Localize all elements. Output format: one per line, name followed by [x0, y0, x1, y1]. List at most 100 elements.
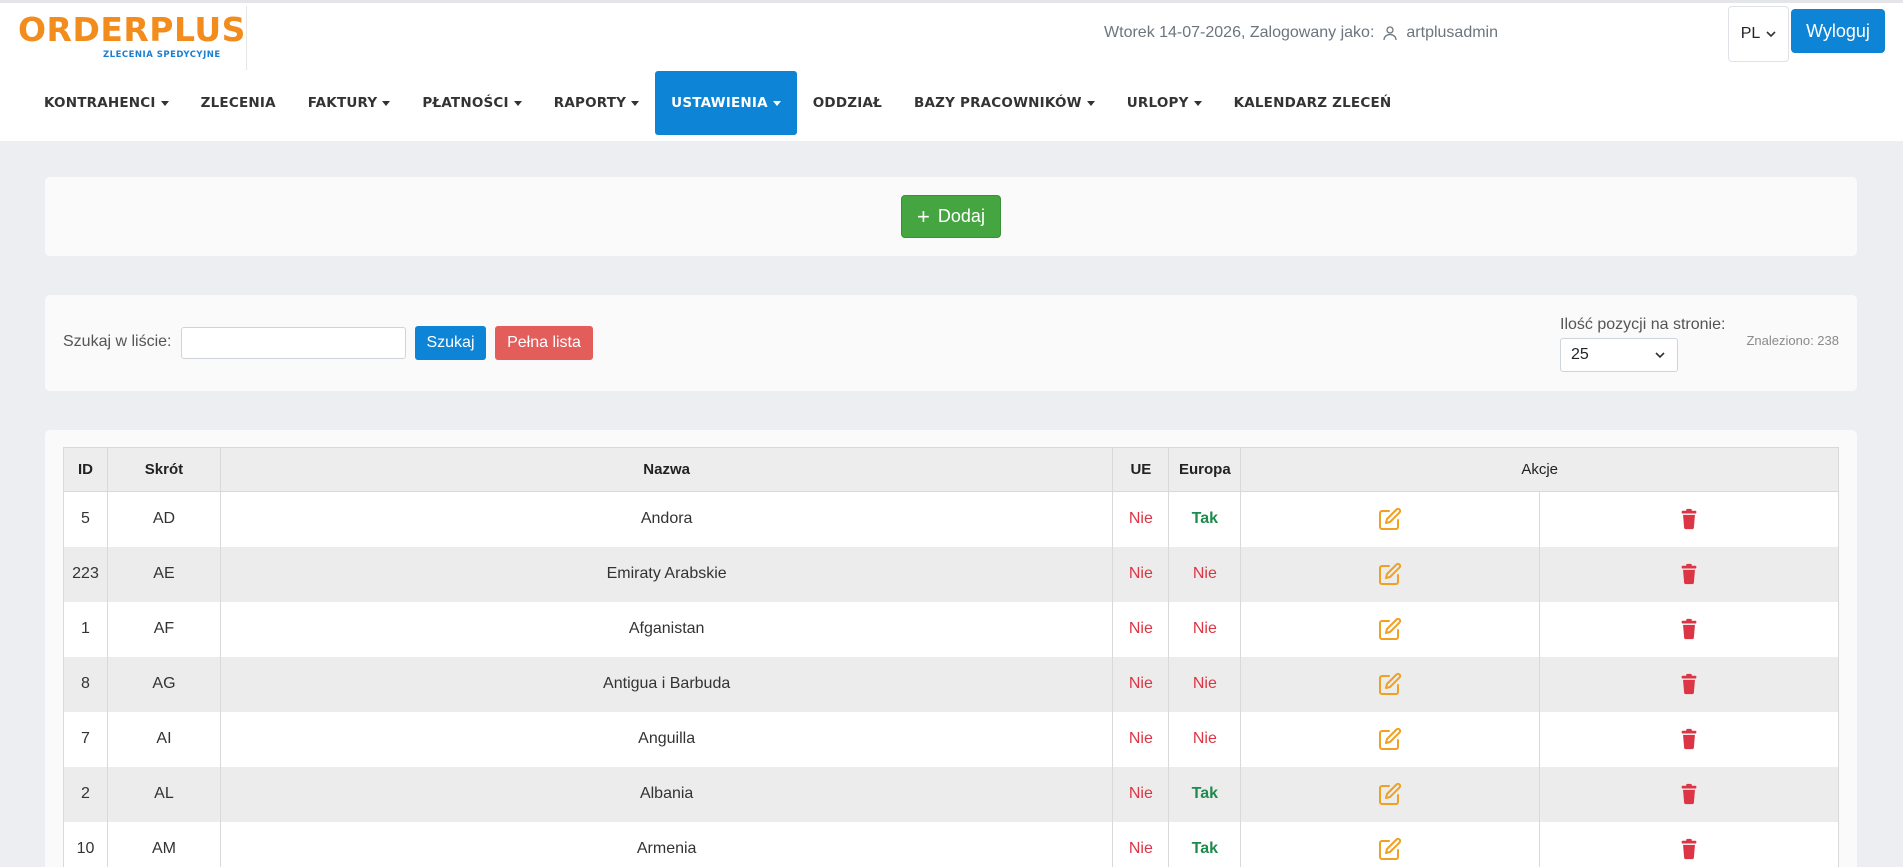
cell-name: Antigua i Barbuda	[219, 656, 1114, 712]
add-button-label: Dodaj	[937, 206, 985, 226]
perpage-value: 25	[1571, 346, 1589, 363]
cell-edit	[1240, 491, 1541, 547]
edit-icon[interactable]	[1378, 727, 1402, 751]
cell-eu: Nie	[1112, 601, 1170, 657]
table-row: 1 AF Afganistan Nie Nie	[63, 601, 1839, 657]
add-button[interactable]: + Dodaj	[901, 195, 1001, 238]
cell-delete	[1539, 821, 1839, 867]
cell-edit	[1240, 766, 1541, 822]
cell-delete	[1539, 711, 1839, 767]
cell-delete	[1539, 656, 1839, 712]
trash-icon[interactable]	[1677, 562, 1701, 586]
edit-icon[interactable]	[1378, 562, 1402, 586]
edit-icon[interactable]	[1378, 507, 1402, 531]
cell-eu: Nie	[1112, 546, 1170, 602]
logo-text: ORDERPLUS	[18, 10, 246, 49]
nav-item-8[interactable]: URLOPY	[1111, 71, 1218, 135]
countries-table: ID Skrót Nazwa UE Europa Akcje 5 AD Andora…	[63, 447, 1839, 867]
cell-eu: Nie	[1112, 766, 1170, 822]
caret-down-icon	[513, 100, 522, 106]
header-name[interactable]: Nazwa	[219, 447, 1114, 492]
full-list-button[interactable]: Pełna lista	[495, 326, 593, 360]
cell-eu: Nie	[1112, 821, 1170, 867]
cell-short: AE	[106, 546, 221, 602]
cell-edit	[1240, 546, 1541, 602]
search-label: Szukaj w liście:	[63, 333, 172, 350]
table-header-row: ID Skrót Nazwa UE Europa Akcje	[63, 447, 1839, 492]
nav-item-label: ZLECENIA	[200, 95, 276, 111]
logout-button[interactable]: Wyloguj	[1791, 9, 1885, 53]
trash-icon[interactable]	[1677, 507, 1701, 531]
nav-item-label: ODDZIAŁ	[812, 95, 882, 111]
cell-id: 2	[63, 766, 108, 822]
language-select[interactable]: PL	[1728, 6, 1789, 62]
header: ORDERPLUS ZLECENIA SPEDYCYJNE Wtorek 14-…	[0, 0, 1903, 141]
table-row: 223 AE Emiraty Arabskie Nie Nie	[63, 546, 1839, 602]
logo[interactable]: ORDERPLUS ZLECENIA SPEDYCYJNE	[0, 6, 247, 70]
perpage-label: Ilość pozycji na stronie:	[1560, 316, 1726, 333]
nav-item-1[interactable]: ZLECENIA	[185, 71, 292, 135]
table-row: 8 AG Antigua i Barbuda Nie Nie	[63, 656, 1839, 712]
table-row: 10 AM Armenia Nie Tak	[63, 821, 1839, 867]
nav-item-9[interactable]: KALENDARZ ZLECEŃ	[1218, 71, 1408, 135]
trash-icon[interactable]	[1677, 837, 1701, 861]
edit-icon[interactable]	[1378, 782, 1402, 806]
search-button[interactable]: Szukaj	[415, 326, 486, 360]
table-row: 2 AL Albania Nie Tak	[63, 766, 1839, 822]
trash-icon[interactable]	[1677, 617, 1701, 641]
date-login-text: Wtorek 14-07-2026, Zalogowany jako:	[1104, 24, 1375, 41]
cell-eu: Nie	[1112, 711, 1170, 767]
cell-name: Albania	[219, 766, 1114, 822]
trash-icon[interactable]	[1677, 672, 1701, 696]
table-row: 5 AD Andora Nie Tak	[63, 491, 1839, 547]
nav-item-0[interactable]: KONTRAHENCI	[28, 71, 185, 135]
cell-europe: Nie	[1168, 711, 1242, 767]
cell-short: AI	[106, 711, 221, 767]
header-actions: Akcje	[1240, 447, 1839, 492]
cell-name: Afganistan	[219, 601, 1114, 657]
cell-id: 1	[63, 601, 108, 657]
table-card: ID Skrót Nazwa UE Europa Akcje 5 AD Andora…	[45, 430, 1857, 867]
nav-item-label: PŁATNOŚCI	[422, 95, 509, 111]
cell-europe: Nie	[1168, 601, 1242, 657]
nav-item-5[interactable]: USTAWIENIA	[655, 71, 797, 135]
trash-icon[interactable]	[1677, 727, 1701, 751]
cell-edit	[1240, 656, 1541, 712]
header-id[interactable]: ID	[63, 447, 108, 492]
chevron-down-icon	[1766, 30, 1776, 37]
caret-down-icon	[631, 100, 640, 106]
search-card: Szukaj w liście: Szukaj Pełna lista Iloś…	[45, 295, 1857, 391]
cell-europe: Nie	[1168, 656, 1242, 712]
cell-id: 223	[63, 546, 108, 602]
nav-item-4[interactable]: RAPORTY	[538, 71, 655, 135]
username: artplusadmin	[1406, 24, 1498, 41]
header-short[interactable]: Skrót	[106, 447, 221, 492]
caret-down-icon	[1193, 100, 1202, 106]
edit-icon[interactable]	[1378, 617, 1402, 641]
nav-item-2[interactable]: FAKTURY	[292, 71, 407, 135]
header-europe[interactable]: Europa	[1168, 447, 1242, 492]
logo-subtitle: ZLECENIA SPEDYCYJNE	[103, 50, 221, 60]
nav-item-6[interactable]: ODDZIAŁ	[797, 71, 898, 135]
header-eu[interactable]: UE	[1112, 447, 1170, 492]
caret-down-icon	[772, 100, 781, 106]
cell-name: Andora	[219, 491, 1114, 547]
edit-icon[interactable]	[1378, 672, 1402, 696]
cell-name: Emiraty Arabskie	[219, 546, 1114, 602]
caret-down-icon	[382, 100, 391, 106]
cell-europe: Tak	[1168, 766, 1242, 822]
cell-short: AM	[106, 821, 221, 867]
cell-delete	[1539, 601, 1839, 657]
cell-eu: Nie	[1112, 656, 1170, 712]
trash-icon[interactable]	[1677, 782, 1701, 806]
cell-europe: Tak	[1168, 491, 1242, 547]
caret-down-icon	[160, 100, 169, 106]
search-input[interactable]	[181, 327, 406, 359]
perpage-select[interactable]: 25	[1560, 338, 1678, 372]
nav-item-7[interactable]: BAZY PRACOWNIKÓW	[898, 71, 1111, 135]
nav-item-3[interactable]: PŁATNOŚCI	[406, 71, 537, 135]
cell-delete	[1539, 491, 1839, 547]
nav-item-label: KONTRAHENCI	[44, 95, 156, 111]
edit-icon[interactable]	[1378, 837, 1402, 861]
cell-edit	[1240, 821, 1541, 867]
